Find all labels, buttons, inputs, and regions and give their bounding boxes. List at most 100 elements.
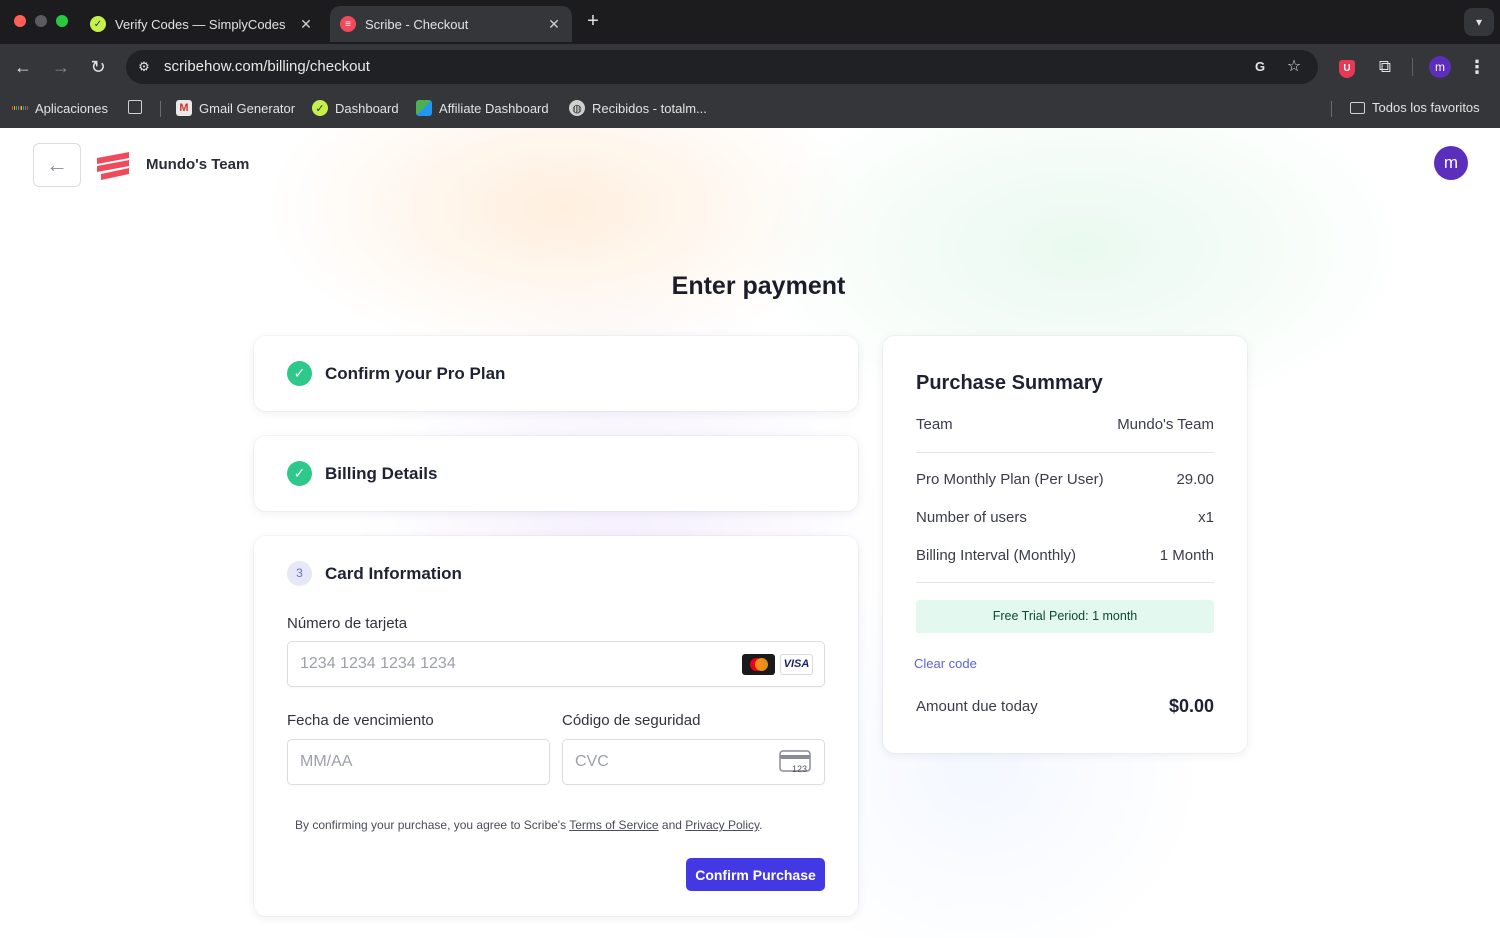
- site-settings-icon[interactable]: ⚙: [134, 57, 154, 77]
- team-name: Mundo's Team: [146, 156, 250, 173]
- summary-row-team: Team Mundo's Team: [916, 416, 1214, 433]
- reload-icon[interactable]: ↻: [87, 56, 109, 78]
- globe-icon: ◍: [569, 100, 585, 116]
- privacy-policy-link[interactable]: Privacy Policy: [685, 818, 759, 832]
- summary-value: 1 Month: [1159, 547, 1214, 564]
- toolbar-divider: [1412, 58, 1413, 76]
- bookmark-label: Recibidos - totalm...: [592, 100, 707, 116]
- card-number-field[interactable]: VISA: [287, 641, 825, 687]
- bookmark-gmail-generator[interactable]: M Gmail Generator: [176, 100, 295, 116]
- summary-row-amount-due: Amount due today $0.00: [916, 696, 1214, 717]
- bookmark-affiliate-dashboard[interactable]: Affiliate Dashboard: [416, 100, 549, 116]
- browser-chrome: ✓ Verify Codes — SimplyCodes ✕ ≡ Scribe …: [0, 0, 1500, 128]
- tab-simplycodes[interactable]: ✓ Verify Codes — SimplyCodes ✕: [80, 6, 324, 42]
- translate-icon[interactable]: G: [1250, 57, 1270, 77]
- minimize-window-button[interactable]: [35, 15, 47, 27]
- expiry-field[interactable]: [287, 739, 550, 785]
- address-bar[interactable]: ⚙ scribehow.com/billing/checkout G ☆: [126, 50, 1318, 84]
- check-icon: ✓: [287, 461, 312, 486]
- gmail-generator-icon: M: [176, 100, 192, 116]
- mastercard-icon: [742, 654, 775, 675]
- bookmark-label: Dashboard: [335, 100, 399, 116]
- step-title: Card Information: [325, 563, 462, 583]
- back-button[interactable]: ←: [33, 143, 81, 187]
- bookmark-dashboard[interactable]: ✓ Dashboard: [312, 100, 399, 116]
- bookmark-label: Aplicaciones: [35, 100, 108, 116]
- terms-of-service-link[interactable]: Terms of Service: [569, 818, 658, 832]
- profile-avatar[interactable]: m: [1429, 56, 1451, 78]
- summary-row-users: Number of users x1: [916, 509, 1214, 526]
- legal-suffix: .: [759, 818, 763, 832]
- bookmarks-divider: [1331, 101, 1332, 117]
- tab-groups-icon: [128, 100, 142, 114]
- step-billing-details[interactable]: ✓ Billing Details: [254, 436, 858, 511]
- legal-and: and: [661, 818, 682, 832]
- summary-value: Mundo's Team: [1117, 416, 1214, 433]
- step-title: Confirm your Pro Plan: [325, 363, 506, 383]
- bookmark-label: Gmail Generator: [199, 100, 296, 116]
- more-options-icon[interactable]: ⋮: [1466, 56, 1488, 78]
- expiry-input[interactable]: [300, 740, 483, 784]
- close-window-button[interactable]: [14, 15, 26, 27]
- bookmark-apps[interactable]: Aplicaciones: [12, 100, 108, 116]
- tab-title: Scribe - Checkout: [365, 16, 469, 32]
- bookmark-label: Affiliate Dashboard: [439, 100, 549, 116]
- avatar[interactable]: m: [1434, 146, 1468, 180]
- close-icon[interactable]: ✕: [546, 16, 562, 33]
- scribe-logo-icon: [97, 152, 129, 180]
- card-number-input[interactable]: [300, 642, 676, 686]
- simplycodes-icon: ✓: [90, 16, 106, 32]
- folder-icon: [1350, 101, 1365, 114]
- cvc-card-icon: 123: [779, 750, 811, 774]
- bookmarks-divider: [160, 101, 161, 117]
- checkout-page: ← Mundo's Team m Enter payment ✓ Confirm…: [0, 128, 1500, 938]
- tab-search-button[interactable]: ▾: [1464, 8, 1494, 36]
- bookmark-recibidos[interactable]: ◍ Recibidos - totalm...: [569, 100, 707, 116]
- cvc-field[interactable]: 123: [562, 739, 825, 785]
- new-tab-button[interactable]: +: [582, 10, 604, 32]
- summary-value: 29.00: [1176, 471, 1214, 488]
- cvc-input[interactable]: [575, 740, 758, 784]
- free-trial-banner: Free Trial Period: 1 month: [916, 600, 1214, 633]
- ublock-extension-icon[interactable]: U: [1336, 56, 1358, 78]
- summary-row-plan: Pro Monthly Plan (Per User) 29.00: [916, 471, 1214, 488]
- legal-notice: By confirming your purchase, you agree t…: [295, 818, 762, 832]
- step-card-information: 3 Card Information Número de tarjeta VIS…: [254, 536, 858, 916]
- browser-toolbar: ← → ↻ ⚙ scribehow.com/billing/checkout G…: [0, 44, 1500, 90]
- clear-code-link[interactable]: Clear code: [914, 656, 977, 671]
- tab-scribe-checkout[interactable]: ≡ Scribe - Checkout ✕: [330, 6, 572, 42]
- summary-label: Team: [916, 416, 953, 433]
- scribe-icon: ≡: [340, 16, 356, 32]
- page-title: Enter payment: [671, 272, 846, 300]
- summary-value: x1: [1198, 509, 1214, 526]
- tab-strip: ✓ Verify Codes — SimplyCodes ✕ ≡ Scribe …: [0, 0, 1500, 44]
- cvc-icon-digits: 123: [792, 764, 807, 774]
- summary-title: Purchase Summary: [916, 372, 1103, 394]
- close-icon[interactable]: ✕: [298, 16, 314, 33]
- maximize-window-button[interactable]: [56, 15, 68, 27]
- amount-due-label: Amount due today: [916, 698, 1038, 715]
- bookmark-star-icon[interactable]: ☆: [1284, 57, 1304, 77]
- forward-arrow-icon[interactable]: →: [50, 56, 72, 78]
- extensions-puzzle-icon[interactable]: ⧉: [1374, 56, 1396, 78]
- summary-divider: [916, 452, 1214, 453]
- expiry-label: Fecha de vencimiento: [287, 712, 434, 729]
- summary-row-interval: Billing Interval (Monthly) 1 Month: [916, 547, 1214, 564]
- step-number-badge: 3: [287, 561, 312, 586]
- bookmarks-bar: Aplicaciones M Gmail Generator ✓ Dashboa…: [0, 90, 1500, 128]
- summary-divider: [916, 582, 1214, 583]
- apps-grid-icon: [12, 100, 29, 116]
- bookmark-all-favorites[interactable]: Todos los favoritos: [1350, 100, 1480, 115]
- bookmark-tab-groups[interactable]: [128, 100, 149, 114]
- back-arrow-icon[interactable]: ←: [12, 56, 34, 78]
- simplycodes-icon: ✓: [312, 100, 328, 116]
- visa-icon: VISA: [780, 654, 813, 675]
- url-text[interactable]: scribehow.com/billing/checkout: [164, 58, 370, 75]
- step-confirm-plan[interactable]: ✓ Confirm your Pro Plan: [254, 336, 858, 411]
- summary-label: Number of users: [916, 509, 1027, 526]
- confirm-purchase-button[interactable]: Confirm Purchase: [686, 858, 825, 891]
- step-title: Billing Details: [325, 463, 438, 483]
- summary-label: Pro Monthly Plan (Per User): [916, 471, 1104, 488]
- card-number-label: Número de tarjeta: [287, 615, 408, 632]
- tab-title: Verify Codes — SimplyCodes: [115, 16, 286, 32]
